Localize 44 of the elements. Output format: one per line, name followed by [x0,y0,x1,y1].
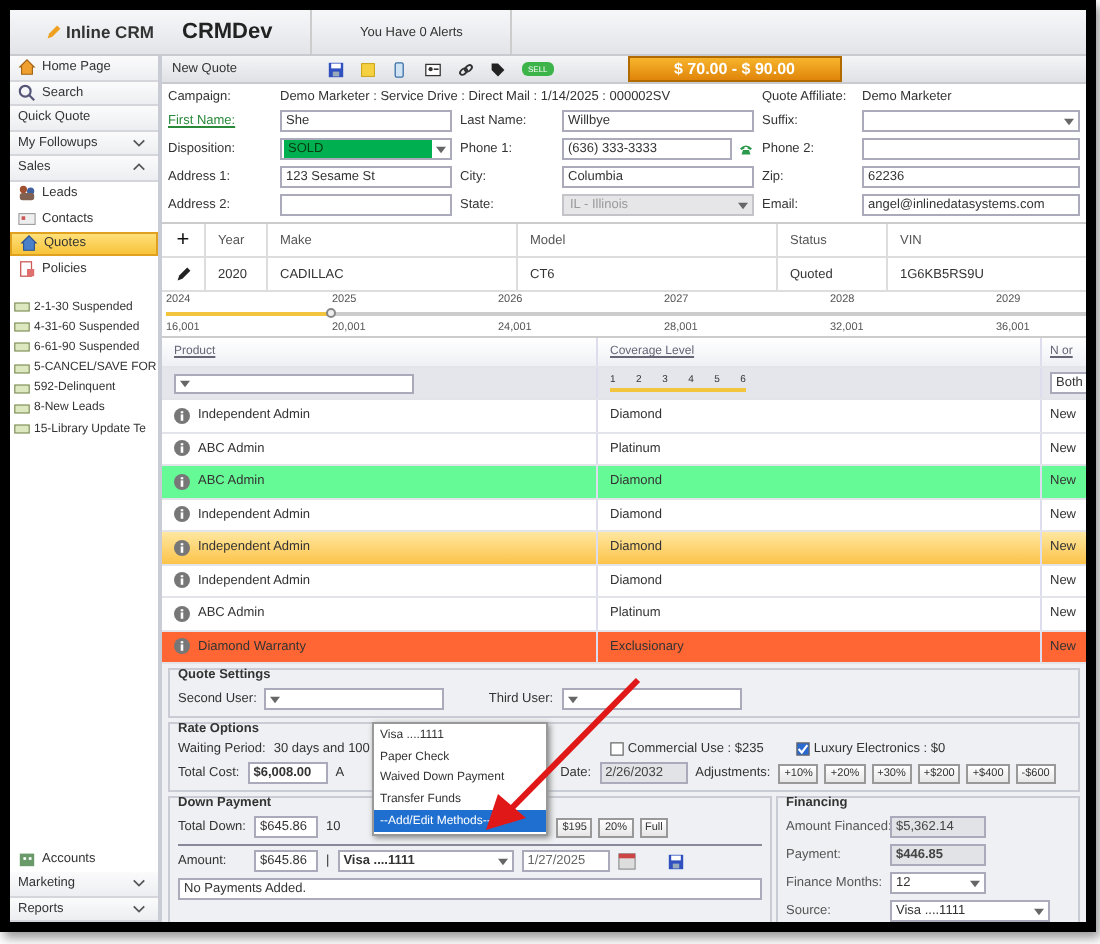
add-vehicle-button[interactable]: + [162,224,206,256]
product-filter[interactable] [174,373,414,393]
document-icon [18,259,36,278]
info-icon[interactable] [174,473,190,490]
info-icon[interactable] [174,605,190,622]
dropdown-field[interactable] [561,688,742,710]
dropdown-arrow-icon [497,857,508,865]
calendar-icon[interactable] [617,852,636,870]
dropdown-arrow-icon [970,879,980,887]
info-icon[interactable] [174,539,190,556]
info-icon[interactable] [174,440,190,457]
info-icon[interactable] [174,506,190,523]
dropdown-arrow-icon [567,695,578,703]
info-icon[interactable] [174,407,190,424]
pencil-icon[interactable] [175,266,191,282]
id-card-icon[interactable] [424,61,442,77]
dropdown-arrow-icon [180,379,190,387]
phone-icon[interactable] [392,61,408,77]
link-icon[interactable] [458,61,474,77]
input-field[interactable] [280,194,452,216]
pencil-logo-icon [46,24,62,40]
dropdown-field[interactable] [862,110,1080,132]
checked-box-icon [795,742,810,756]
app-logo: Inline CRM [66,22,154,42]
people-icon [18,184,36,203]
phone-icon[interactable] [738,143,754,155]
dropdown-field[interactable] [264,688,445,710]
dropdown-arrow-icon [270,695,281,703]
environment-name: CRMDev [182,20,275,44]
info-icon[interactable] [174,572,190,589]
search-icon [18,83,36,102]
input-field[interactable] [862,138,1080,160]
save-icon[interactable] [667,853,684,869]
dropdown-arrow-icon [1064,117,1074,125]
card-icon [18,209,36,228]
dropdown-arrow-icon [1034,907,1044,915]
save-icon[interactable] [328,61,344,77]
building-icon [18,850,36,869]
dropdown-arrow-icon [738,201,748,209]
info-icon[interactable] [174,638,190,655]
house-icon [20,234,38,253]
empty-box-icon [609,742,624,756]
dropdown-arrow-icon [436,145,446,153]
house-icon [18,58,36,77]
